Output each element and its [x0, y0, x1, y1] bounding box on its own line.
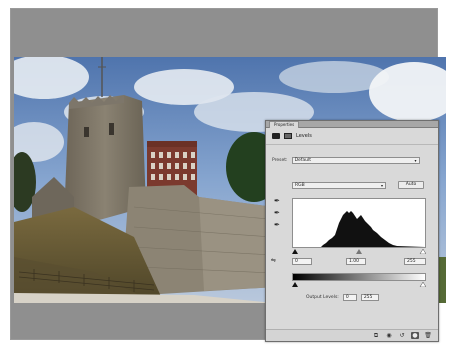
panel-footer: ⧉ ◉ ↺ ● 🗑 [266, 329, 438, 341]
output-black-handle [292, 282, 298, 287]
chevron-down-icon: ▾ [380, 182, 383, 188]
output-white-handle [419, 281, 427, 288]
layer-mask-icon[interactable] [284, 133, 292, 139]
preset-label: Preset: [272, 158, 288, 163]
levels-adjustment-icon [272, 133, 280, 139]
clipping-warning-icon[interactable]: ⇋ [271, 257, 276, 264]
adjustment-header: Levels [266, 128, 438, 145]
properties-panel: Properties Levels Preset: Default ▾ RGB … [265, 120, 439, 342]
chevron-down-icon: ▾ [414, 158, 417, 163]
output-levels-slider[interactable] [292, 281, 427, 288]
input-levels-slider[interactable] [292, 248, 427, 255]
input-white-field[interactable]: 255 [404, 258, 426, 265]
output-gradient-bar [292, 273, 426, 281]
channel-dropdown[interactable]: RGB ▾ [292, 181, 386, 189]
black-point-handle [292, 249, 298, 254]
output-white-field[interactable]: 255 [360, 294, 379, 301]
histogram-graph [293, 211, 425, 247]
properties-tab[interactable]: Properties [269, 120, 300, 128]
output-black-field[interactable]: 0 [342, 294, 357, 301]
output-levels-row: Output Levels: 0 255 [306, 294, 379, 301]
clip-to-layer-icon[interactable]: ⧉ [372, 332, 380, 339]
white-point-handle [419, 248, 427, 255]
auto-button[interactable]: Auto [398, 181, 424, 189]
output-levels-label: Output Levels: [306, 295, 339, 300]
channel-value: RGB [295, 182, 305, 188]
visibility-icon[interactable]: ● [411, 332, 419, 339]
white-eyedropper-icon[interactable]: ✒ [274, 221, 280, 229]
delete-icon[interactable]: 🗑 [424, 332, 432, 339]
view-previous-icon[interactable]: ◉ [385, 332, 393, 339]
reset-icon[interactable]: ↺ [398, 332, 406, 339]
preset-value: Default [294, 158, 312, 163]
input-midtone-field[interactable]: 1.00 [346, 258, 366, 265]
levels-histogram [292, 198, 426, 248]
input-black-field[interactable]: 0 [292, 258, 312, 265]
preset-dropdown[interactable]: Default ▾ [291, 157, 420, 164]
adjustment-name: Levels [296, 133, 312, 139]
channel-row: RGB ▾ Auto [292, 181, 424, 189]
preset-row: Preset: Default ▾ [272, 157, 420, 164]
black-eyedropper-icon[interactable]: ✒ [274, 197, 280, 205]
panel-titlebar[interactable]: Properties [266, 120, 438, 128]
midpoint-handle [356, 249, 362, 254]
gray-eyedropper-icon[interactable]: ✒ [274, 209, 280, 217]
